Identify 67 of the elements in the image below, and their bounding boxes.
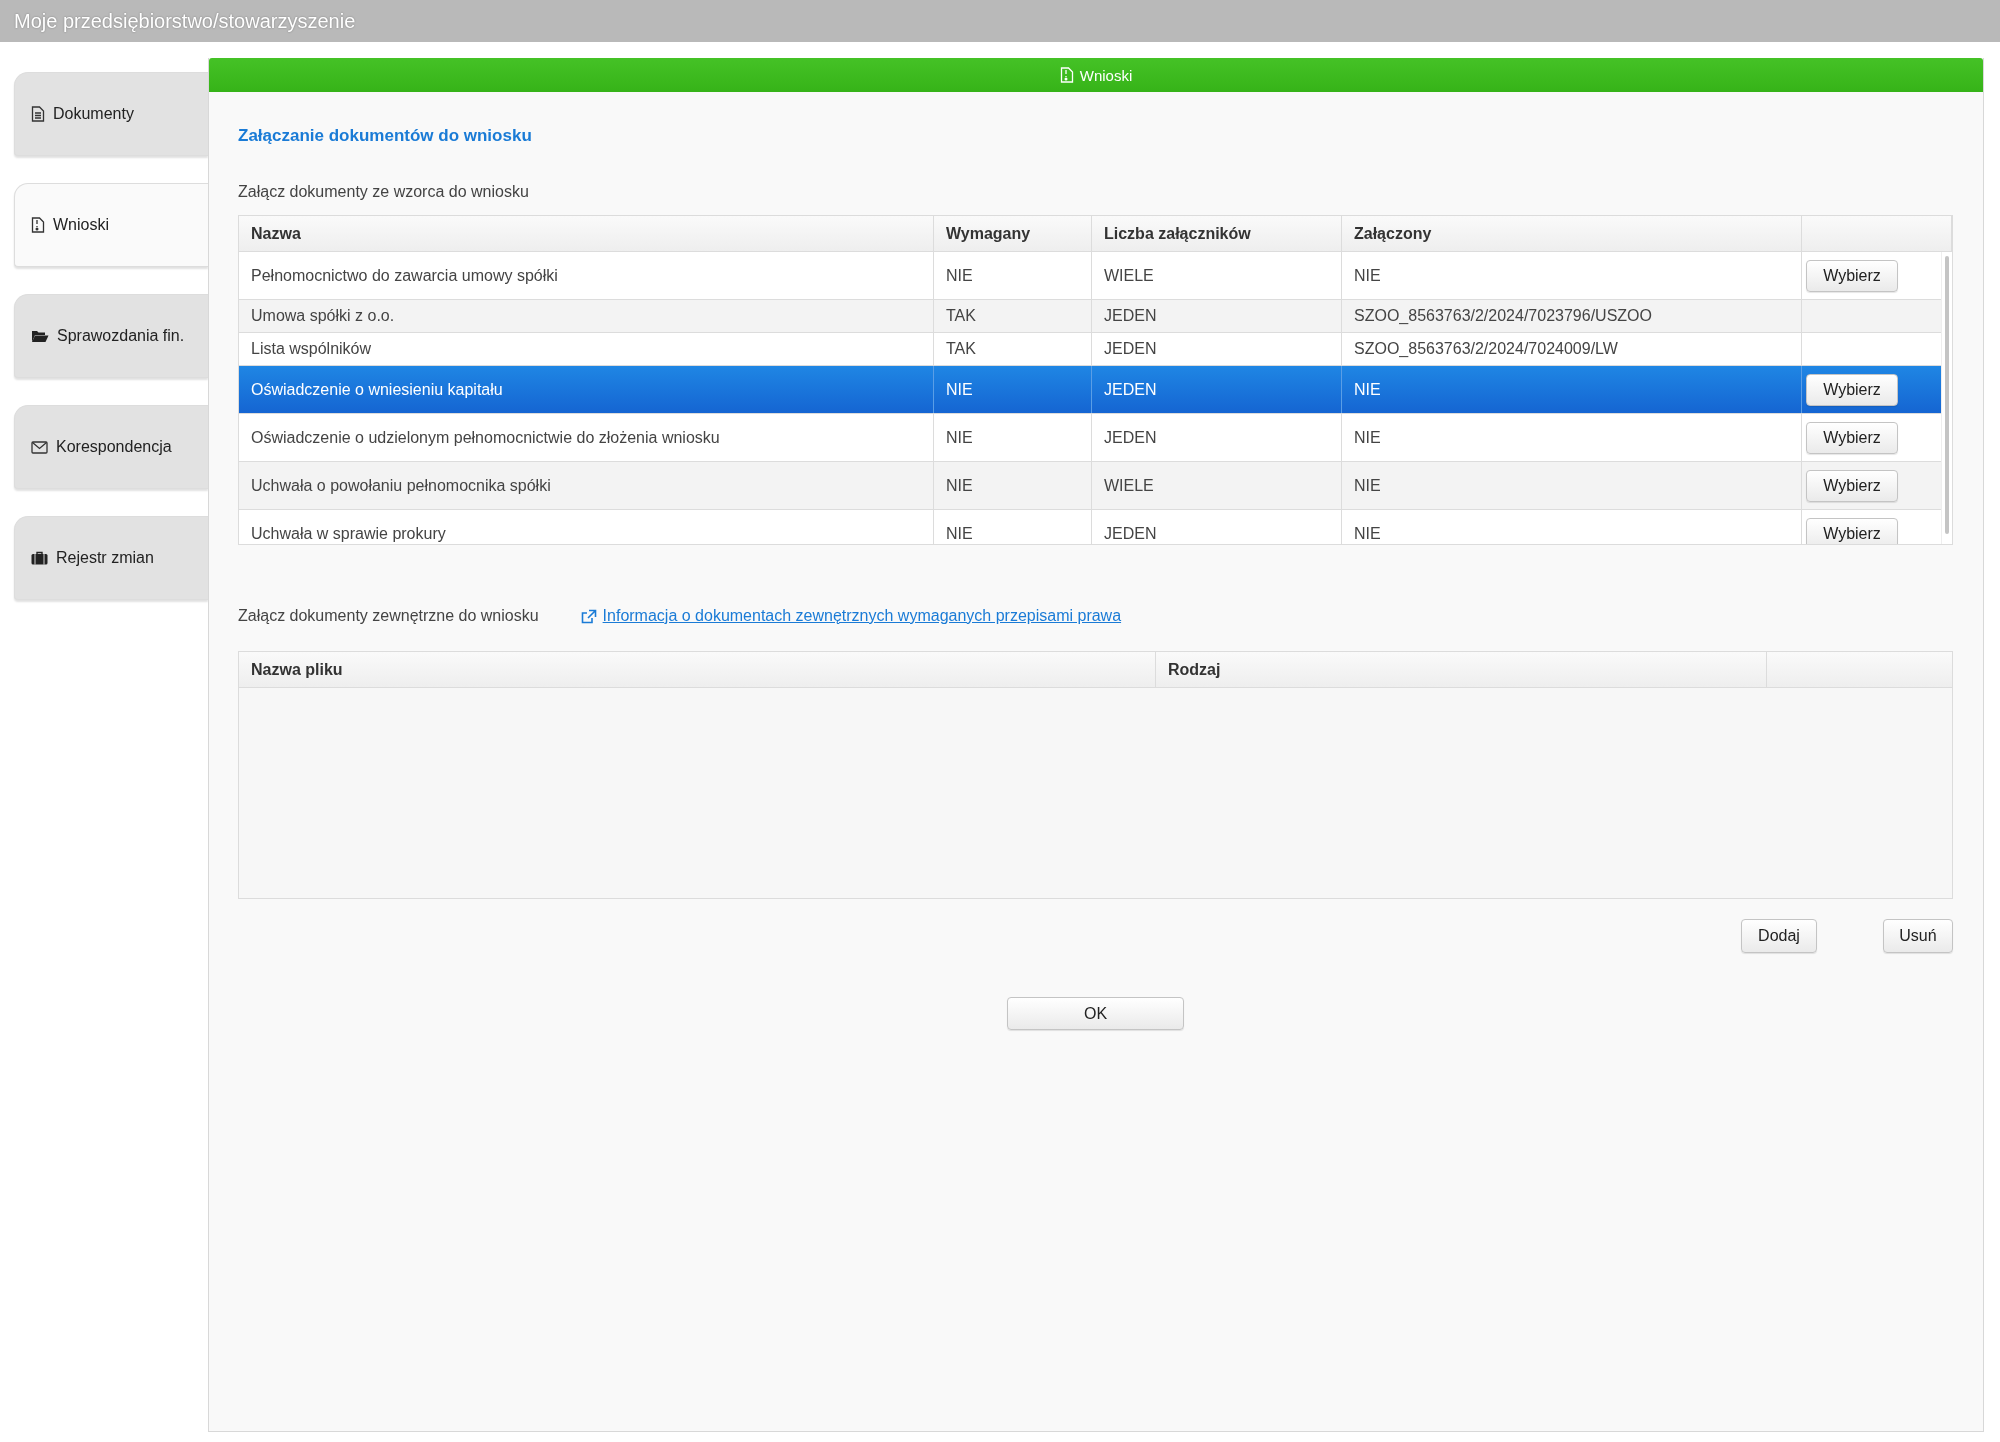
section-heading: Załączanie dokumentów do wniosku (238, 126, 533, 146)
table-cell: WIELE (1092, 252, 1342, 299)
table-cell: JEDEN (1092, 510, 1342, 544)
table-row[interactable]: Oświadczenie o udzielonym pełnomocnictwie do złożenia wniosku NIE JEDEN NIE Wybierz (239, 414, 1941, 462)
table-cell: NIE (934, 366, 1092, 413)
table-cell: NIE (934, 252, 1092, 299)
column-header: Nazwa pliku (239, 652, 1156, 687)
table-cell: JEDEN (1092, 333, 1342, 365)
table-cell: JEDEN (1092, 366, 1342, 413)
choose-button[interactable]: Wybierz (1806, 259, 1898, 292)
panel-title: Wnioski (1079, 66, 1133, 84)
ok-button[interactable]: OK (1007, 997, 1184, 1030)
section-label: Załącz dokumenty zewnętrzne do wniosku (238, 607, 539, 625)
sidebar-tab[interactable]: Sprawozdania fin. (14, 294, 208, 378)
table-row[interactable]: Umowa spółki z o.o. TAK JEDEN SZOO_8563763/2/2024/7023796/USZOO (239, 300, 1941, 333)
table-row[interactable]: Uchwała o powołaniu pełnomocnika spółki NIE WIELE NIE Wybierz (239, 462, 1941, 510)
folder-icon (31, 329, 49, 343)
table-cell: TAK (934, 333, 1092, 365)
add-button[interactable]: Dodaj (1741, 919, 1817, 953)
column-header: Nazwa (239, 216, 934, 251)
remove-button[interactable]: Usuń (1883, 919, 1953, 953)
sidebar-tab[interactable]: Dokumenty (14, 72, 208, 156)
table-cell: Pełnomocnictwo do zawarcia umowy spółki (239, 252, 934, 299)
choose-button[interactable]: Wybierz (1806, 469, 1898, 502)
table-cell: TAK (934, 300, 1092, 332)
document-icon (31, 217, 45, 233)
choose-button[interactable]: Wybierz (1806, 421, 1898, 454)
table-cell: NIE (1342, 366, 1802, 413)
sidebar-tab[interactable]: Rejestr zmian (14, 516, 208, 600)
table-cell: SZOO_8563763/2/2024/7024009/LW (1342, 333, 1802, 365)
table-cell: Umowa spółki z o.o. (239, 300, 934, 332)
choose-button[interactable]: Wybierz (1806, 517, 1898, 544)
column-header: Załączony (1342, 216, 1802, 251)
choose-button[interactable]: Wybierz (1806, 373, 1898, 406)
sidebar-tab[interactable]: Wnioski (14, 183, 208, 267)
table-cell: NIE (934, 414, 1092, 461)
window-title: Moje przedsiębiorstwo/stowarzyszenie (0, 0, 2000, 42)
table-cell: SZOO_8563763/2/2024/7023796/USZOO (1342, 300, 1802, 332)
table-cell: NIE (1342, 510, 1802, 544)
table-cell: NIE (1342, 462, 1802, 509)
table-cell: Oświadczenie o wniesieniu kapitału (239, 366, 934, 413)
table-cell: JEDEN (1092, 300, 1342, 332)
table-cell: NIE (934, 510, 1092, 544)
table-cell: WIELE (1092, 462, 1342, 509)
column-header: Wymagany (934, 216, 1092, 251)
table-cell: Lista wspólników (239, 333, 934, 365)
table-cell: Oświadczenie o udzielonym pełnomocnictwie do złożenia wniosku (239, 414, 934, 461)
document-icon (1059, 67, 1074, 83)
briefcase-icon (31, 551, 48, 565)
section-label: Załącz dokumenty ze wzorca do wniosku (238, 183, 530, 201)
sidebar-tab[interactable]: Korespondencja (14, 405, 208, 489)
envelope-icon (31, 440, 48, 454)
external-link-icon (580, 608, 597, 624)
table-row[interactable]: Lista wspólników TAK JEDEN SZOO_8563763/2/2024/7024009/LW (239, 333, 1941, 366)
table-cell: JEDEN (1092, 414, 1342, 461)
info-link[interactable]: Informacja o dokumentach zewnętrznych wymaganych przepisami prawa (580, 607, 1122, 625)
table-cell: Uchwała o powołaniu pełnomocnika spółki (239, 462, 934, 509)
table-cell: Uchwała w sprawie prokury (239, 510, 934, 544)
table-row[interactable]: Oświadczenie o wniesieniu kapitału NIE JEDEN NIE Wybierz (239, 366, 1941, 414)
table-cell: NIE (1342, 414, 1802, 461)
column-header: Liczba załączników (1092, 216, 1342, 251)
document-icon (31, 106, 45, 122)
column-header: Rodzaj (1156, 652, 1767, 687)
table-cell: NIE (934, 462, 1092, 509)
table-row[interactable]: Pełnomocnictwo do zawarcia umowy spółki NIE WIELE NIE Wybierz (239, 252, 1941, 300)
table-cell: NIE (1342, 252, 1802, 299)
scrollbar[interactable] (1941, 252, 1952, 544)
